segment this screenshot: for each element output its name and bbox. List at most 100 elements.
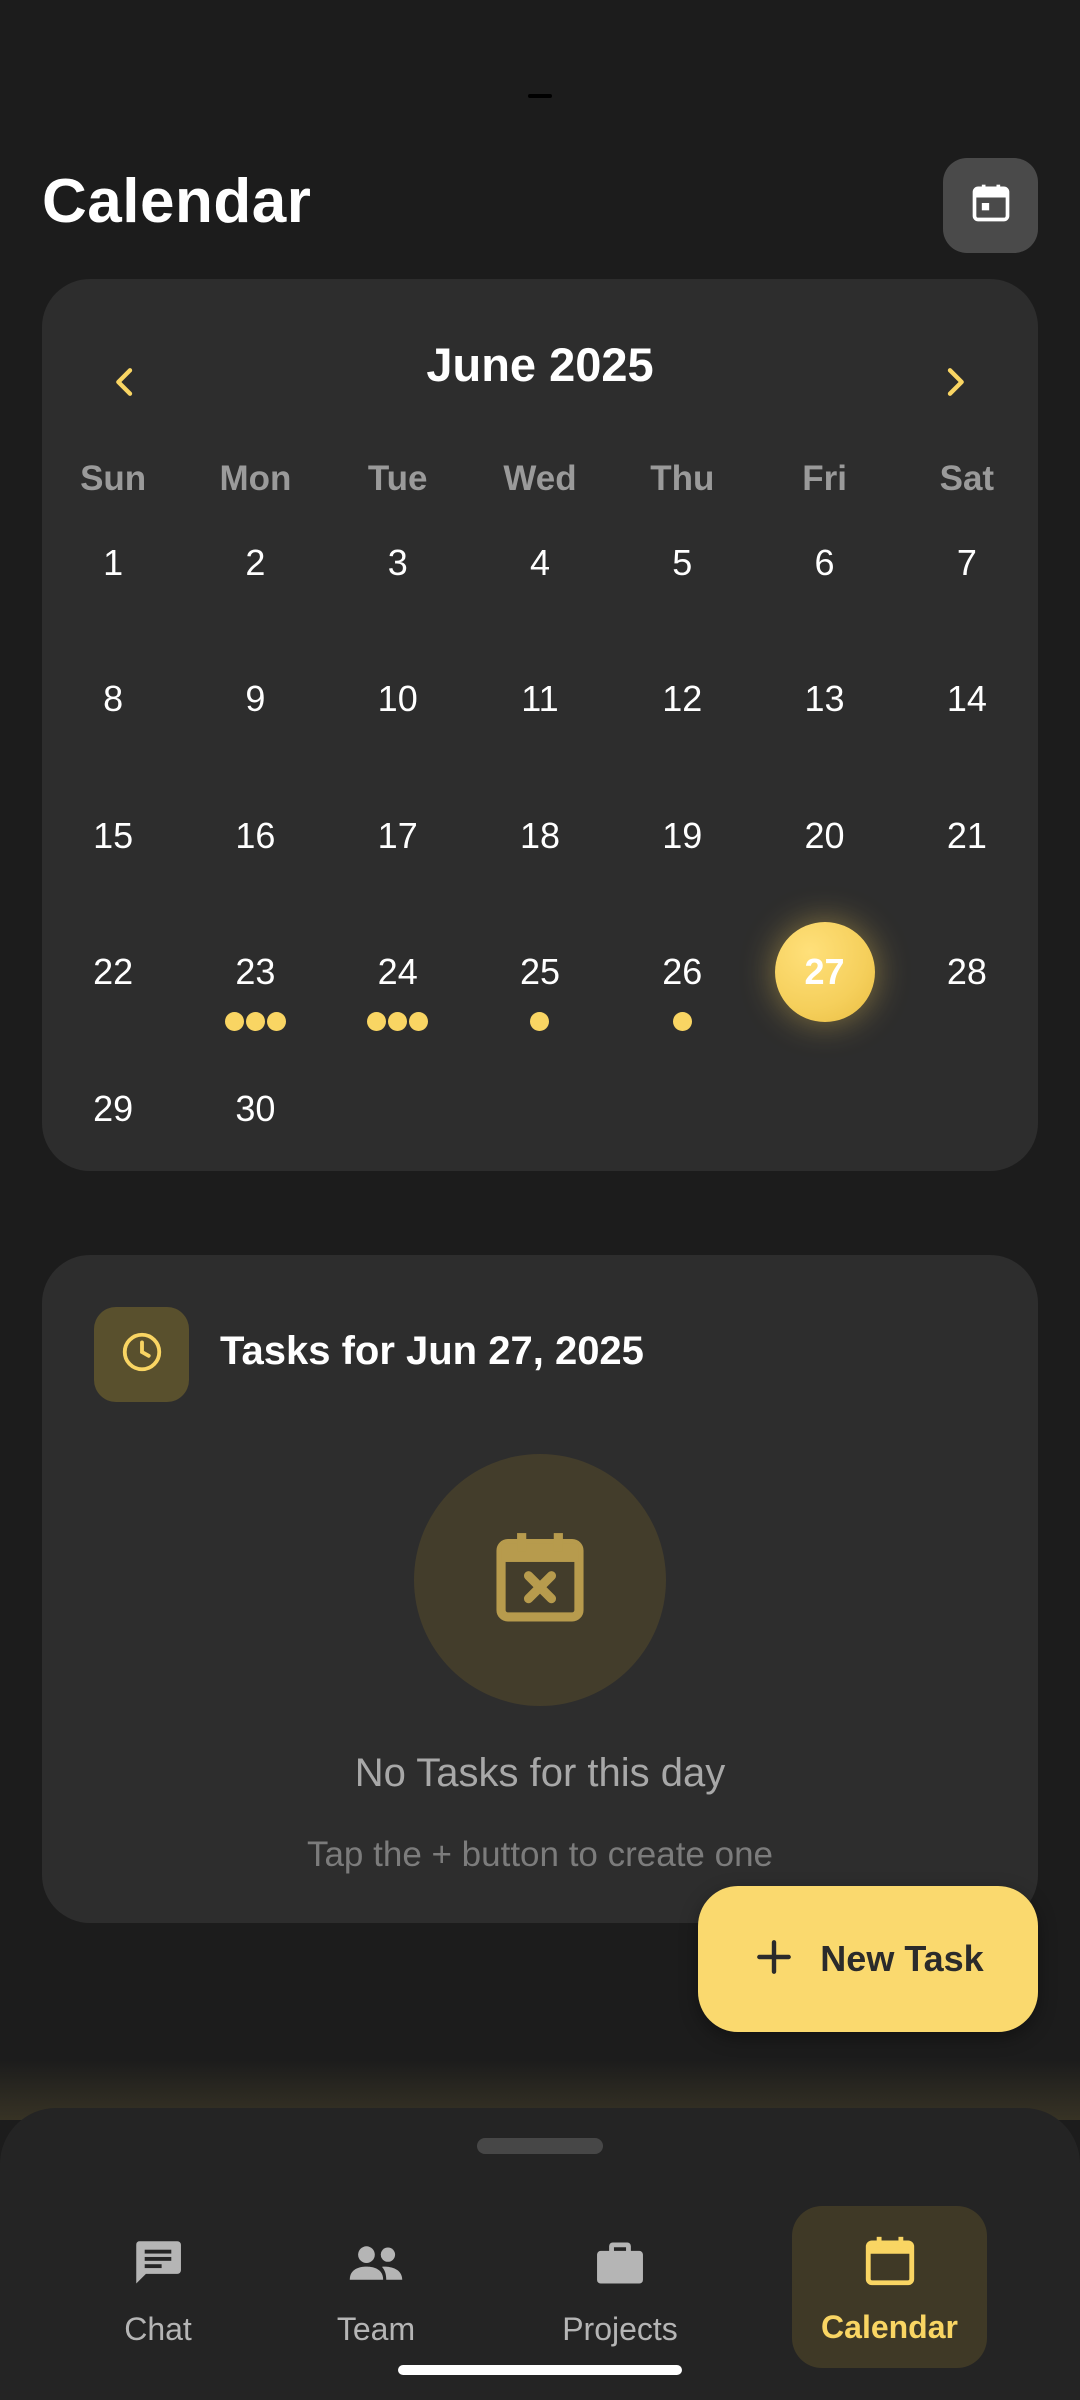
day-cell[interactable]: 10 — [327, 649, 469, 785]
day-cell[interactable]: 22 — [42, 922, 184, 1058]
day-number: 1 — [103, 542, 124, 583]
sheet-handle[interactable] — [477, 2138, 603, 2154]
day-cell[interactable]: 29 — [42, 1059, 184, 1195]
home-indicator[interactable] — [398, 2365, 682, 2375]
weekday-label: Tue — [367, 459, 428, 498]
day-cell[interactable]: 2 — [184, 513, 326, 649]
day-number: 20 — [804, 814, 845, 856]
day-number: 11 — [521, 678, 559, 720]
day-number: 26 — [662, 951, 703, 993]
task-dot — [530, 1012, 550, 1032]
task-indicator-dots — [469, 1012, 611, 1032]
day-number: 5 — [672, 542, 693, 583]
day-cell-selected[interactable]: 27 — [753, 922, 895, 1058]
day-number: 28 — [946, 951, 987, 993]
task-indicator-dots — [184, 1012, 326, 1032]
day-cell[interactable]: 15 — [42, 786, 184, 922]
day-cell[interactable]: 1 — [42, 513, 184, 649]
task-indicator-dots — [327, 1012, 469, 1032]
nav-item-chat[interactable]: Chat — [88, 2208, 228, 2368]
clock-icon — [119, 1329, 165, 1380]
task-dot — [367, 1012, 387, 1032]
bottom-navigation: Chat Team Projects Calendar — [0, 2108, 1080, 2400]
day-cell[interactable]: 30 — [184, 1059, 326, 1195]
day-number: 8 — [103, 678, 124, 720]
day-cell[interactable]: 26 — [611, 922, 753, 1058]
nav-label: Projects — [562, 2311, 678, 2347]
camera-notch — [528, 94, 552, 98]
day-cell[interactable]: 4 — [469, 513, 611, 649]
day-number: 3 — [387, 542, 408, 583]
tasks-title: Tasks for Jun 27, 2025 — [220, 1329, 644, 1373]
nav-label: Team — [336, 2311, 416, 2347]
tasks-header-icon-box — [94, 1307, 189, 1402]
nav-label: Calendar — [821, 2309, 958, 2345]
day-number: 18 — [519, 814, 560, 856]
today-button[interactable] — [943, 158, 1038, 253]
new-task-label: New Task — [820, 1938, 984, 1979]
next-month-button[interactable] — [910, 339, 1000, 429]
day-cell[interactable]: 13 — [753, 649, 895, 785]
day-cell[interactable]: 24 — [327, 922, 469, 1058]
new-task-button[interactable]: New Task — [698, 1886, 1038, 2032]
nav-item-team[interactable]: Team — [306, 2208, 446, 2368]
day-cell[interactable]: 18 — [469, 786, 611, 922]
day-number: 4 — [529, 542, 550, 583]
day-cell[interactable]: 20 — [753, 786, 895, 922]
weekday-label: Thu — [650, 459, 715, 498]
weekday-label: Sun — [80, 459, 147, 498]
task-dot — [672, 1012, 692, 1032]
day-cell[interactable]: 28 — [896, 922, 1038, 1058]
day-number: 29 — [93, 1087, 134, 1129]
day-cell[interactable]: 9 — [184, 649, 326, 785]
day-cell[interactable]: 8 — [42, 649, 184, 785]
day-number: 6 — [814, 542, 835, 583]
day-number: 30 — [235, 1087, 276, 1129]
day-cell[interactable]: 17 — [327, 786, 469, 922]
day-number: 13 — [804, 678, 845, 720]
day-number: 27 — [774, 922, 875, 1023]
day-cell[interactable]: 19 — [611, 786, 753, 922]
calendar-icon — [861, 2232, 919, 2295]
day-cell[interactable]: 25 — [469, 922, 611, 1058]
plus-icon — [752, 1935, 796, 1984]
task-dot — [266, 1012, 286, 1032]
task-dot — [409, 1012, 429, 1032]
weekday-label: Sat — [939, 459, 995, 498]
weekday-label: Wed — [503, 459, 577, 498]
day-number: 25 — [519, 951, 560, 993]
day-cell[interactable]: 16 — [184, 786, 326, 922]
weekday-header: Sun Mon Tue Wed Thu Fri Sat — [42, 449, 1038, 509]
day-cell[interactable]: 14 — [896, 649, 1038, 785]
day-cell[interactable]: 12 — [611, 649, 753, 785]
day-number: 15 — [93, 814, 134, 856]
nav-item-calendar[interactable]: Calendar — [792, 2206, 987, 2368]
task-dot — [245, 1012, 265, 1032]
day-number: 14 — [946, 678, 987, 720]
day-number: 23 — [235, 951, 276, 993]
day-cell[interactable]: 6 — [753, 513, 895, 649]
day-cell[interactable]: 21 — [896, 786, 1038, 922]
day-cell[interactable]: 7 — [896, 513, 1038, 649]
nav-item-projects[interactable]: Projects — [540, 2208, 700, 2368]
empty-state-icon-circle — [414, 1454, 666, 1706]
day-cell[interactable]: 5 — [611, 513, 753, 649]
day-number: 16 — [235, 814, 276, 856]
calendar-today-icon — [969, 181, 1013, 230]
task-dot — [224, 1012, 244, 1032]
day-number: 22 — [93, 951, 134, 993]
calendar-remove-icon — [485, 1523, 595, 1638]
tasks-card: Tasks for Jun 27, 2025 No Tasks for this… — [42, 1255, 1038, 1923]
day-number: 9 — [245, 678, 266, 720]
month-label: June 2025 — [426, 338, 654, 391]
empty-state-title: No Tasks for this day — [354, 1751, 726, 1795]
day-cell[interactable]: 11 — [469, 649, 611, 785]
day-cell[interactable]: 3 — [327, 513, 469, 649]
task-indicator-dots — [611, 1012, 753, 1032]
briefcase-icon — [591, 2234, 649, 2297]
day-number: 10 — [377, 678, 418, 720]
chevron-right-icon — [935, 362, 975, 407]
day-number: 21 — [946, 814, 987, 856]
day-cell[interactable]: 23 — [184, 922, 326, 1058]
day-number: 2 — [245, 542, 266, 583]
